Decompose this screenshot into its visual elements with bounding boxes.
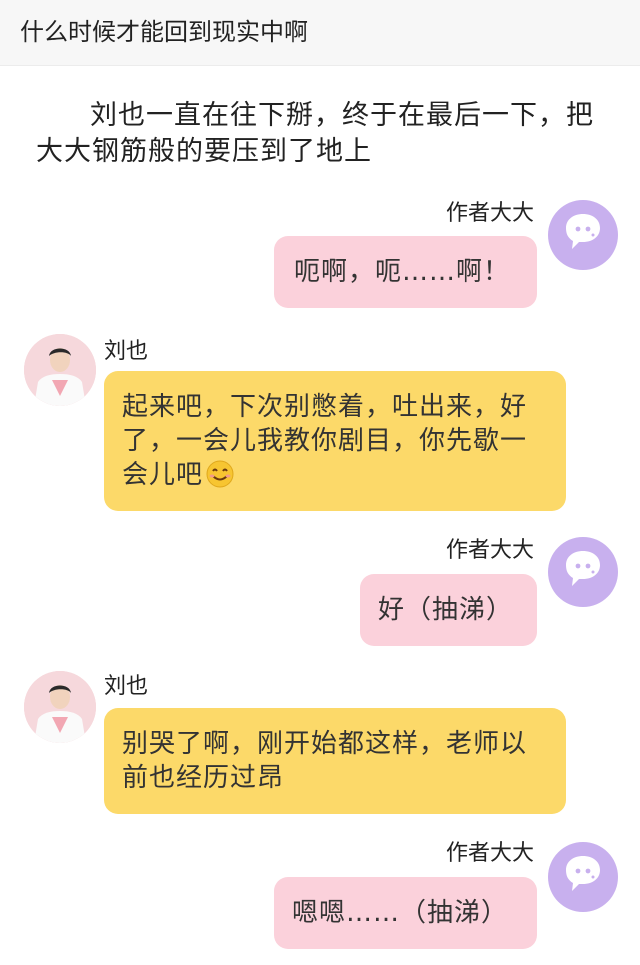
chat-bubble-icon	[566, 856, 600, 891]
top-bar: 什么时候才能回到现实中啊	[0, 0, 640, 66]
message-bubble: 起来吧，下次别憋着，吐出来，好了，一会儿我教你剧目，你先歇一会儿吧	[104, 371, 566, 511]
message-bubble: 别哭了啊，刚开始都这样，老师以前也经历过昂	[104, 708, 566, 814]
sender-name: 作者大大	[446, 538, 535, 563]
chat-bubble-icon	[566, 214, 600, 249]
message-bubble: 好（抽涕）	[360, 574, 537, 646]
author-avatar[interactable]	[548, 200, 618, 270]
message-text: 好（抽涕）	[378, 595, 514, 625]
liu-avatar[interactable]	[24, 671, 96, 743]
message-bubble: 呃啊，呃……啊！	[274, 236, 537, 308]
liu-avatar[interactable]	[24, 334, 96, 406]
message-text: 嗯嗯……（抽涕）	[292, 898, 509, 928]
person-photo-icon	[24, 671, 96, 743]
page-title: 什么时候才能回到现实中啊	[20, 18, 308, 46]
narration-text: 刘也一直在往下掰，终于在最后一下，把大大钢筋般的要压到了地上	[36, 100, 594, 167]
author-avatar[interactable]	[548, 842, 618, 912]
person-photo-icon	[24, 334, 96, 406]
sender-name: 作者大大	[446, 841, 535, 866]
sender-name: 刘也	[104, 674, 149, 699]
message-text: 别哭了啊，刚开始都这样，老师以前也经历过昂	[122, 729, 528, 793]
chat-bubble-icon	[566, 551, 600, 586]
smiling-face-icon	[205, 459, 235, 498]
message-text: 起来吧，下次别憋着，吐出来，好了，一会儿我教你剧目，你先歇一会儿吧	[122, 390, 548, 498]
message-text: 呃啊，呃……啊！	[294, 257, 511, 287]
sender-name: 作者大大	[446, 201, 535, 226]
message-bubble: 嗯嗯……（抽涕）	[274, 877, 537, 949]
sender-name: 刘也	[104, 339, 149, 364]
author-avatar[interactable]	[548, 537, 618, 607]
